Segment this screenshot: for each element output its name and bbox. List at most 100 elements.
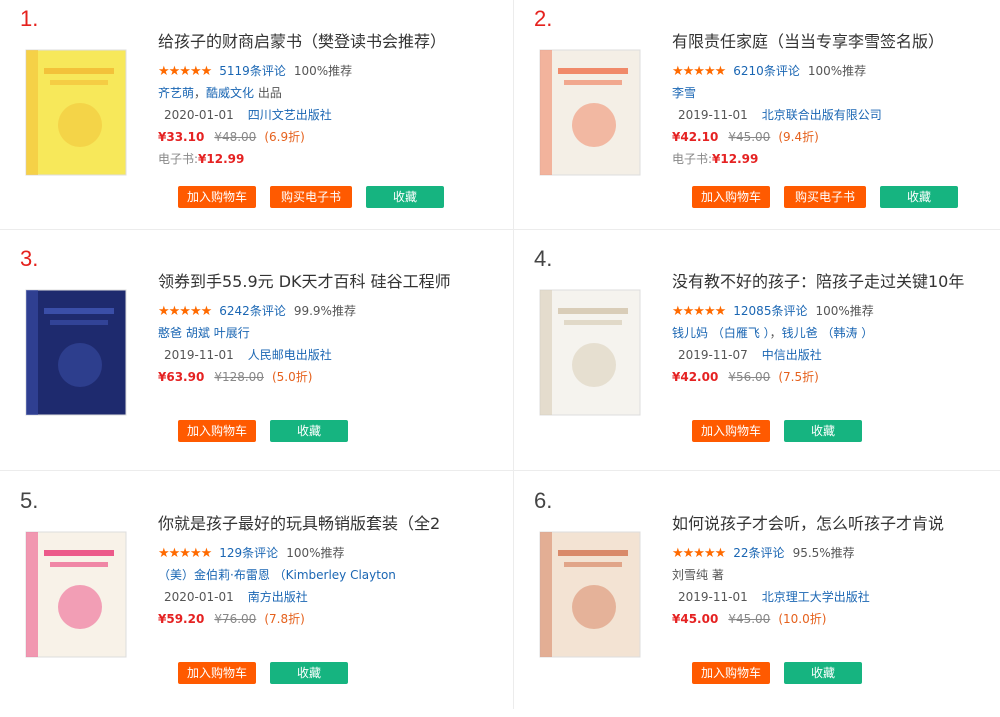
add-to-cart-button[interactable]: 加入购物车 [692,186,770,208]
action-buttons: 加入购物车 收藏 [178,662,362,684]
book-title[interactable]: 有限责任家庭（当当专享李雪签名版） [672,30,1000,54]
price-line: ¥63.90 ¥128.00 (5.0折) [158,366,487,388]
ebook-price-line: 电子书:¥12.99 [672,148,1000,170]
author-link[interactable]: 李雪 [672,86,696,100]
action-buttons: 加入购物车 收藏 [692,420,876,442]
publish-line: 2020-01-01 南方出版社 [158,586,487,608]
action-buttons: 加入购物车 购买电子书 收藏 [178,186,458,208]
book-info: 给孩子的财商启蒙书（樊登读书会推荐） ★★★★★ 5119条评论 100%推荐 齐艺萌，… [158,30,487,208]
book-card: 2. 有限责任家庭（当当专享李雪签名版） ★★★★★ 6210条评论 100%推荐 李雪 2… [514,0,1000,235]
publish-date: 2019-11-01 [678,108,748,122]
book-info: 如何说孩子才会听，怎么听孩子才肯说 ★★★★★ 22条评论 95.5%推荐 刘雪纯 著2… [672,512,1000,684]
book-info: 你就是孩子最好的玩具畅销版套装（全2 ★★★★★ 129条评论 100%推荐 （美）金伯… [158,512,487,684]
publisher-link[interactable]: 北京理工大学出版社 [762,590,870,604]
review-count-link[interactable]: 22条评论 [733,546,784,560]
publish-date: 2019-11-01 [164,348,234,362]
book-cover-image[interactable] [532,522,672,662]
publisher-link[interactable]: 中信出版社 [762,348,822,362]
discount-rate: (7.5折) [778,370,819,384]
author-text: ， [194,86,207,100]
author-link[interactable]: 酷威文化 [206,86,254,100]
book-cover-image[interactable] [18,40,158,180]
book-card: 3. 领券到手55.9元 DK天才百科 硅谷工程师 ★★★★★ 6242条评论 99.9… [0,240,487,475]
favorite-button[interactable]: 收藏 [270,420,348,442]
favorite-button[interactable]: 收藏 [366,186,444,208]
add-to-cart-button[interactable]: 加入购物车 [692,662,770,684]
add-to-cart-button[interactable]: 加入购物车 [692,420,770,442]
action-buttons: 加入购物车 购买电子书 收藏 [692,186,972,208]
author-link[interactable]: 钱儿妈 （白雁飞 ） [672,326,770,340]
add-to-cart-button[interactable]: 加入购物车 [178,186,256,208]
author-link[interactable]: 叶展行 [214,326,250,340]
current-price: ¥63.90 [158,370,205,384]
book-cover-image[interactable] [18,522,158,662]
rating-line: ★★★★★ 6242条评论 99.9%推荐 [158,300,487,322]
favorite-button[interactable]: 收藏 [784,420,862,442]
recommend-rate: 99.9%推荐 [293,304,356,318]
book-cover-image[interactable] [18,280,158,420]
recommend-rate: 95.5%推荐 [792,546,855,560]
add-to-cart-button[interactable]: 加入购物车 [178,420,256,442]
ebook-label: 电子书: [158,152,199,166]
rating-line: ★★★★★ 129条评论 100%推荐 [158,542,487,564]
add-to-cart-button[interactable]: 加入购物车 [178,662,256,684]
favorite-button[interactable]: 收藏 [270,662,348,684]
author-link[interactable]: 齐艺萌 [158,86,194,100]
discount-rate: (9.4折) [778,130,819,144]
book-title[interactable]: 没有教不好的孩子：陪孩子走过关键10年 [672,270,1000,294]
author-link[interactable]: 胡斌 [186,326,210,340]
review-count-link[interactable]: 6210条评论 [733,64,800,78]
publisher-link[interactable]: 北京联合出版有限公司 [762,108,882,122]
rank-number: 1. [20,6,39,31]
ebook-price-line: 电子书:¥12.99 [158,148,487,170]
book-title[interactable]: 领券到手55.9元 DK天才百科 硅谷工程师 [158,270,487,294]
publisher-link[interactable]: 南方出版社 [248,590,308,604]
discount-rate: (7.8折) [264,612,305,626]
original-price: ¥76.00 [214,612,257,626]
book-cover-image[interactable] [532,280,672,420]
publish-date: 2019-11-07 [678,348,748,362]
original-price: ¥56.00 [728,370,771,384]
review-count-link[interactable]: 5119条评论 [219,64,286,78]
author-text: 出品 [254,86,282,100]
author-line: 齐艺萌，酷威文化 出品 [158,82,487,104]
publish-date: 2020-01-01 [164,108,234,122]
price-line: ¥45.00 ¥45.00 (10.0折) [672,608,1000,630]
rating-stars: ★★★★★ [158,63,212,79]
current-price: ¥45.00 [672,612,719,626]
buy-ebook-button[interactable]: 购买电子书 [270,186,352,208]
original-price: ¥45.00 [728,612,771,626]
author-link[interactable]: 憨爸 [158,326,182,340]
book-card: 4. 没有教不好的孩子：陪孩子走过关键10年 ★★★★★ 12085条评论 100%推荐… [514,240,1000,475]
favorite-button[interactable]: 收藏 [784,662,862,684]
favorite-button[interactable]: 收藏 [880,186,958,208]
rating-stars: ★★★★★ [158,545,212,561]
action-buttons: 加入购物车 收藏 [178,420,362,442]
author-link[interactable]: 钱儿爸 （韩涛 ） [782,326,874,340]
author-link[interactable]: （美）金伯莉·布雷恩 （Kimberley Clayton [158,568,396,582]
publish-line: 2019-11-01 人民邮电出版社 [158,344,487,366]
book-title[interactable]: 你就是孩子最好的玩具畅销版套装（全2 [158,512,487,536]
book-title[interactable]: 给孩子的财商启蒙书（樊登读书会推荐） [158,30,487,54]
author-line: 钱儿妈 （白雁飞 ），钱儿爸 （韩涛 ） [672,322,1000,344]
book-cover-image[interactable] [532,40,672,180]
review-count-link[interactable]: 12085条评论 [733,304,807,318]
review-count-link[interactable]: 129条评论 [219,546,278,560]
current-price: ¥42.00 [672,370,719,384]
price-line: ¥42.00 ¥56.00 (7.5折) [672,366,1000,388]
publisher-link[interactable]: 四川文艺出版社 [248,108,332,122]
book-info: 有限责任家庭（当当专享李雪签名版） ★★★★★ 6210条评论 100%推荐李雪 201… [672,30,1000,208]
rating-line: ★★★★★ 12085条评论 100%推荐 [672,300,1000,322]
rating-stars: ★★★★★ [672,545,726,561]
rating-stars: ★★★★★ [158,303,212,319]
buy-ebook-button[interactable]: 购买电子书 [784,186,866,208]
rating-line: ★★★★★ 6210条评论 100%推荐 [672,60,1000,82]
current-price: ¥42.10 [672,130,719,144]
review-count-link[interactable]: 6242条评论 [219,304,286,318]
book-title[interactable]: 如何说孩子才会听，怎么听孩子才肯说 [672,512,1000,536]
rank-number: 5. [20,488,39,513]
publisher-link[interactable]: 人民邮电出版社 [248,348,332,362]
rank-number: 4. [534,246,553,271]
rank-number: 3. [20,246,39,271]
publish-line: 2019-11-01 北京联合出版有限公司 [672,104,1000,126]
